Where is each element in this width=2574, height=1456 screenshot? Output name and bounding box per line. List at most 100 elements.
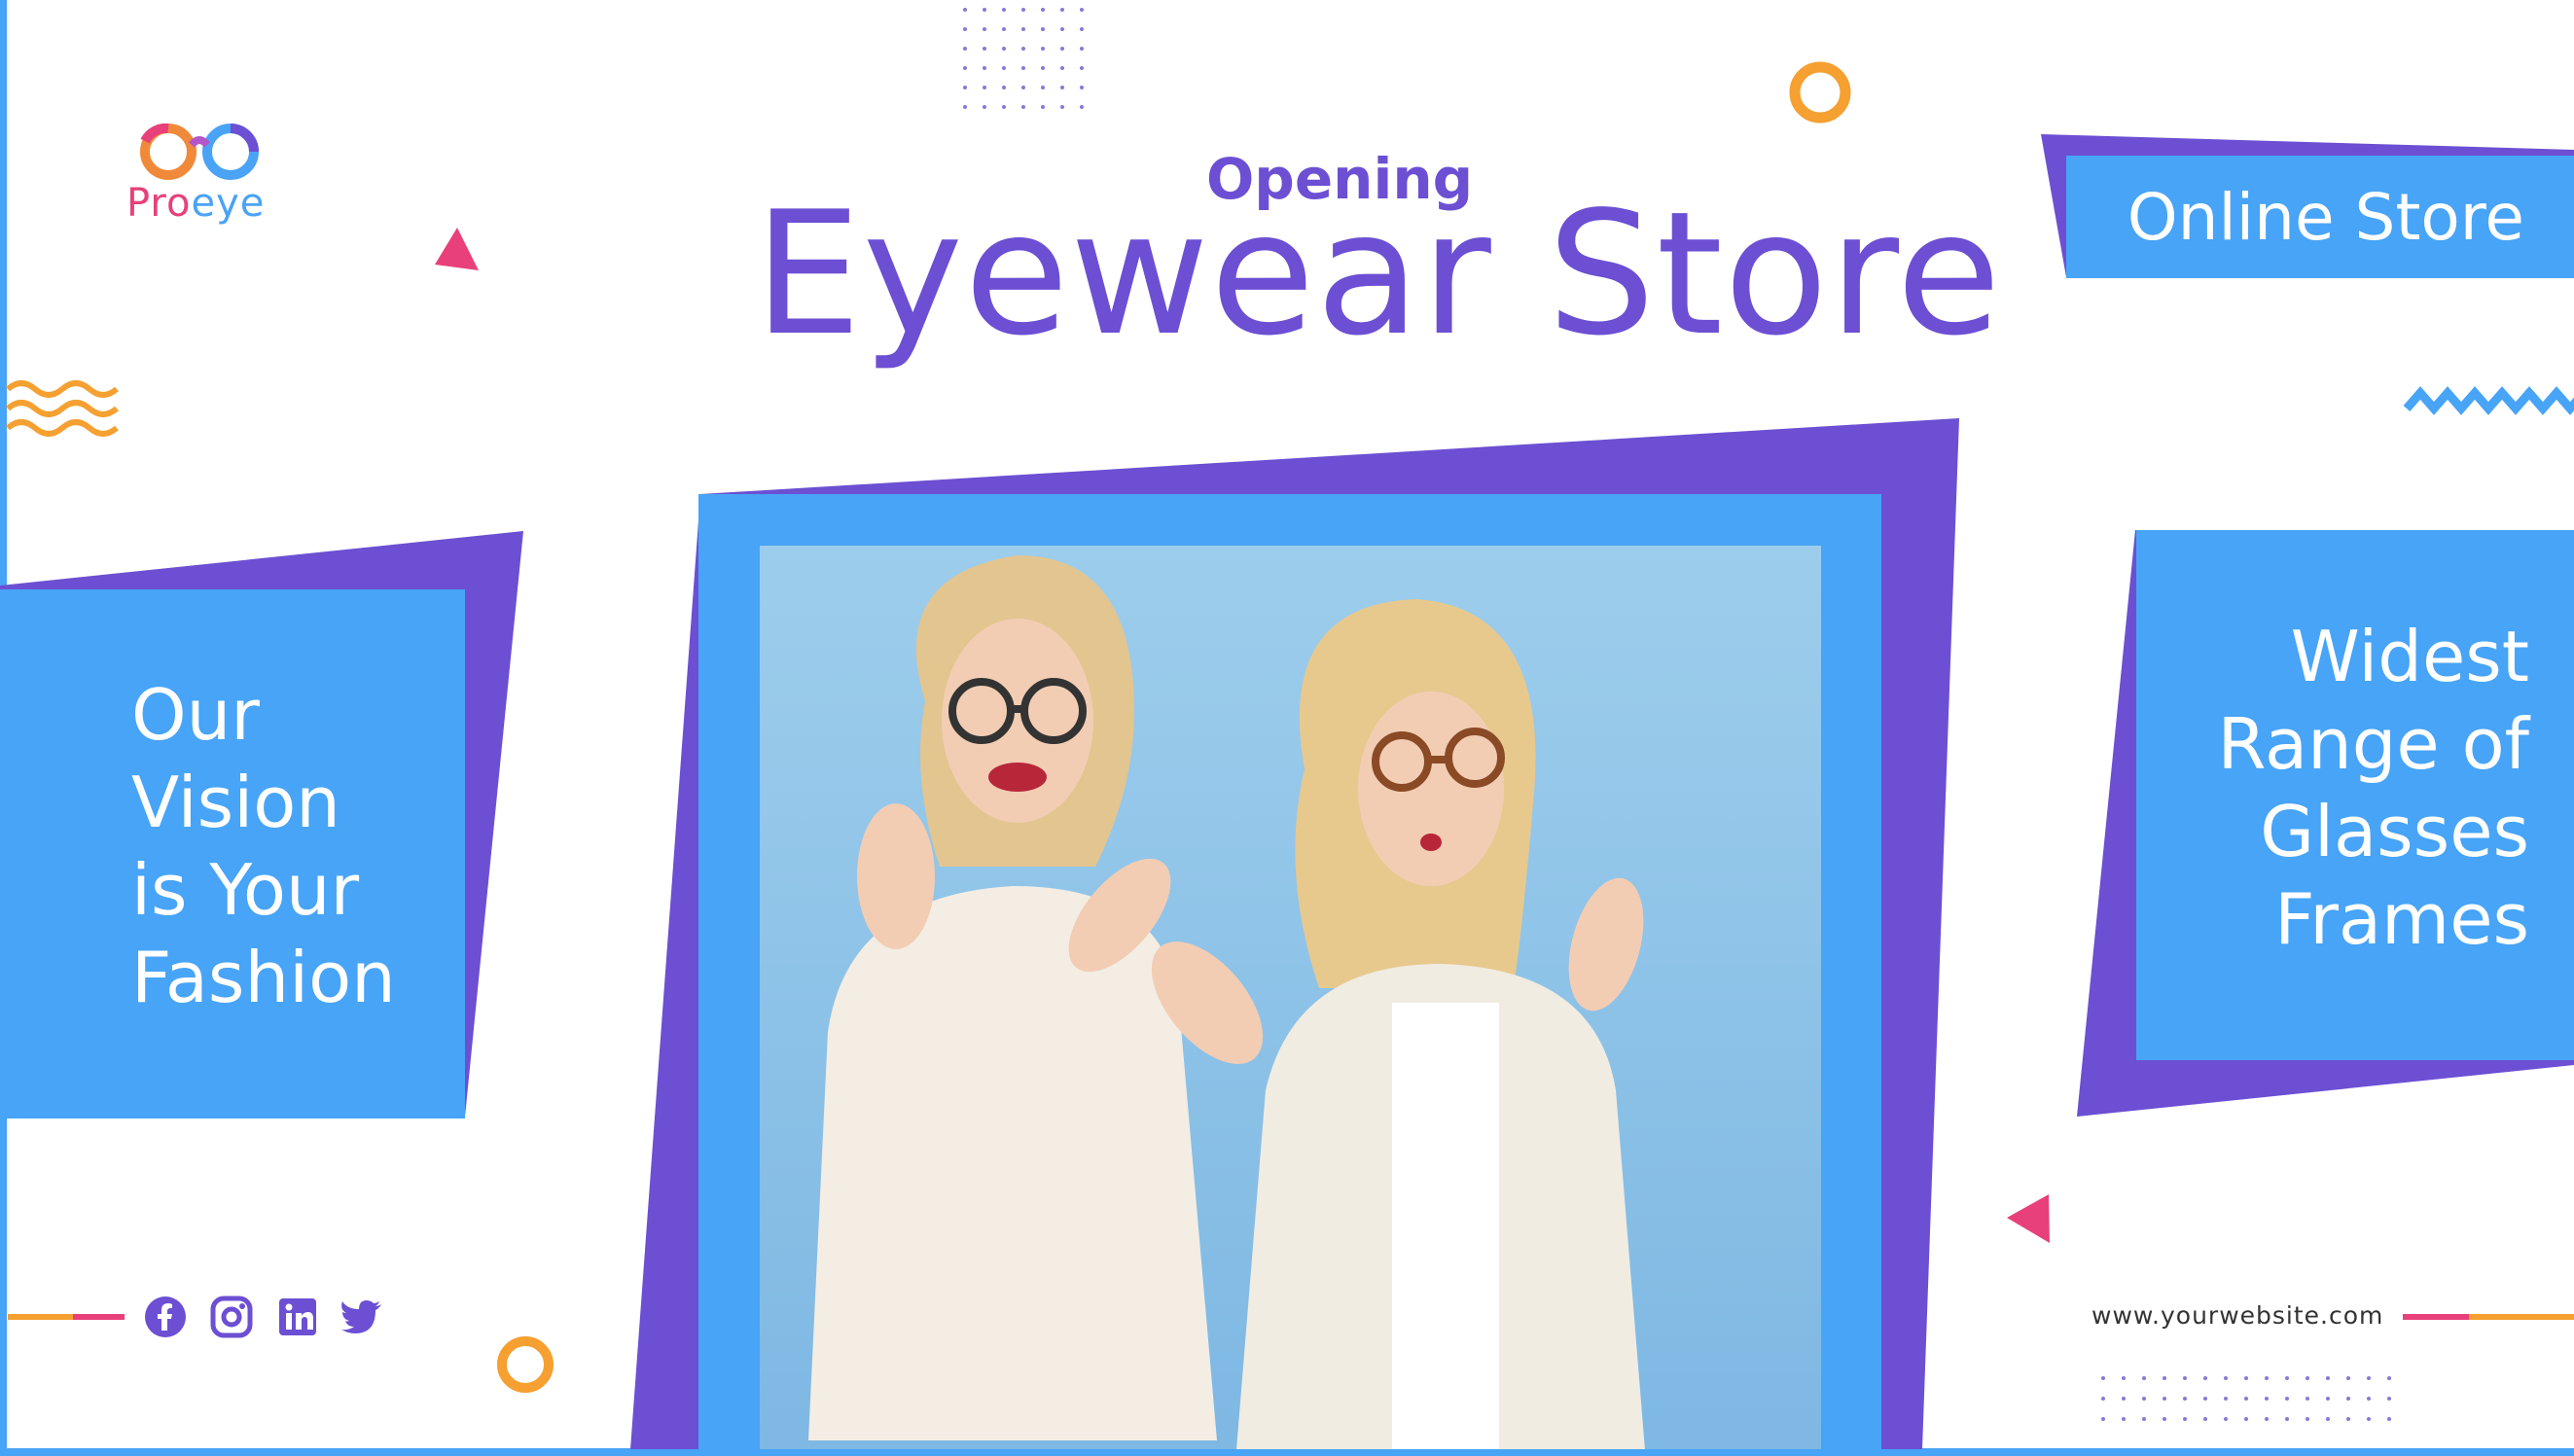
dot <box>2244 1417 2248 1421</box>
dot <box>1041 27 1045 31</box>
dot <box>1060 27 1064 31</box>
dot <box>1041 86 1045 89</box>
dot <box>2285 1397 2289 1401</box>
dot <box>2122 1417 2126 1421</box>
dot <box>963 8 967 12</box>
dot <box>1021 86 1025 89</box>
dot <box>963 66 967 70</box>
dot <box>2224 1417 2228 1421</box>
dot <box>983 66 986 70</box>
dot <box>1021 66 1025 70</box>
dot <box>1002 47 1006 51</box>
dot <box>2203 1397 2207 1401</box>
orange-ring-top <box>1789 61 1851 124</box>
dot <box>983 47 986 51</box>
dot <box>2387 1417 2391 1421</box>
dot <box>2101 1417 2105 1421</box>
dot <box>983 105 986 109</box>
dot <box>2224 1376 2228 1380</box>
range-line: Frames <box>2274 878 2529 960</box>
dot <box>2163 1397 2166 1401</box>
dot <box>2142 1376 2146 1380</box>
dot <box>2244 1397 2248 1401</box>
dot <box>2387 1376 2391 1380</box>
instagram-icon[interactable] <box>210 1296 253 1338</box>
dot <box>2265 1417 2269 1421</box>
dot <box>2326 1376 2330 1380</box>
dot <box>2122 1376 2126 1380</box>
dot <box>2306 1376 2309 1380</box>
logo-text-pro: Pro <box>126 181 192 226</box>
dot <box>2142 1397 2146 1401</box>
dot <box>2285 1376 2289 1380</box>
dot <box>2163 1376 2166 1380</box>
dot <box>2183 1376 2187 1380</box>
dot <box>1041 8 1045 12</box>
dot <box>1060 105 1064 109</box>
dot <box>963 27 967 31</box>
vision-line: Vision <box>131 762 340 843</box>
facebook-icon[interactable] <box>144 1296 187 1338</box>
dot <box>2101 1397 2105 1401</box>
twitter-icon[interactable] <box>340 1296 383 1338</box>
range-line: Glasses <box>2260 791 2529 872</box>
dot <box>2122 1397 2126 1401</box>
dot <box>2306 1417 2309 1421</box>
dot <box>2203 1417 2207 1421</box>
dot <box>2387 1397 2391 1401</box>
pink-triangle-right <box>2007 1194 2050 1243</box>
vision-line: Our <box>131 674 260 756</box>
dot <box>2142 1417 2146 1421</box>
dot <box>2183 1397 2187 1401</box>
blue-zigzag <box>2403 386 2574 415</box>
dot <box>2367 1417 2371 1421</box>
glasses-logo-icon <box>140 123 259 180</box>
dot <box>2265 1376 2269 1380</box>
range-line: Range of <box>2217 703 2529 785</box>
dot <box>2203 1376 2207 1380</box>
online-store-badge[interactable]: Online Store <box>2067 180 2524 255</box>
dot <box>983 27 986 31</box>
dot <box>1002 105 1006 109</box>
photo-two-women <box>760 546 1821 1449</box>
dot <box>1002 86 1006 89</box>
dot <box>1002 66 1006 70</box>
dot <box>963 105 967 109</box>
dot <box>1080 105 1084 109</box>
dot <box>1021 47 1025 51</box>
vision-line: is Your <box>131 849 360 931</box>
dot <box>1041 105 1045 109</box>
dot <box>1060 66 1064 70</box>
dot-grid-top <box>963 8 1099 124</box>
pink-triangle-left <box>435 228 479 270</box>
dot <box>2346 1397 2350 1401</box>
dot <box>1080 47 1084 51</box>
logo-text-eye: eye <box>191 181 266 226</box>
dot <box>2326 1397 2330 1401</box>
range-tagline: Widest Range of Glasses Frames <box>2091 613 2529 963</box>
dot <box>1041 47 1045 51</box>
dot <box>1041 66 1045 70</box>
dot <box>2346 1376 2350 1380</box>
dot <box>983 8 986 12</box>
vision-tagline: Our Vision is Your Fashion <box>131 671 462 1021</box>
dot <box>2346 1417 2350 1421</box>
dot <box>2265 1397 2269 1401</box>
dot <box>963 47 967 51</box>
dot <box>1021 27 1025 31</box>
dot <box>2306 1397 2309 1401</box>
orange-waves <box>6 380 119 437</box>
dot <box>2183 1417 2187 1421</box>
dot <box>1080 66 1084 70</box>
dot <box>2224 1397 2228 1401</box>
dot <box>1080 27 1084 31</box>
dot <box>1080 8 1084 12</box>
dot <box>2163 1417 2166 1421</box>
website-link[interactable]: www.yourwebsite.com <box>2091 1301 2383 1330</box>
linkedin-icon[interactable] <box>276 1296 319 1338</box>
page-title: Eyewear Store <box>754 176 2002 373</box>
logo-wordmark: Proeye <box>126 181 265 226</box>
dot <box>963 86 967 89</box>
dot <box>1080 86 1084 89</box>
dot <box>983 86 986 89</box>
